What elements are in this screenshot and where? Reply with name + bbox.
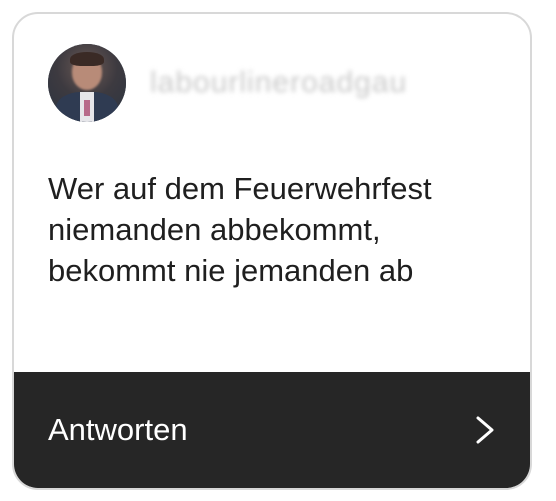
avatar-accent — [84, 100, 90, 116]
message-card: labourlineroadgau Wer auf dem Feuerwehrf… — [12, 12, 532, 490]
avatar[interactable] — [48, 44, 126, 122]
reply-button[interactable]: Antworten — [14, 372, 530, 488]
card-header: labourlineroadgau — [48, 44, 407, 122]
message-text: Wer auf dem Feuerwehrfest niemanden abbe… — [48, 171, 432, 288]
avatar-hair — [70, 52, 104, 66]
reply-label: Antworten — [48, 412, 188, 447]
chevron-right-icon — [476, 416, 494, 444]
username[interactable]: labourlineroadgau — [150, 66, 407, 100]
